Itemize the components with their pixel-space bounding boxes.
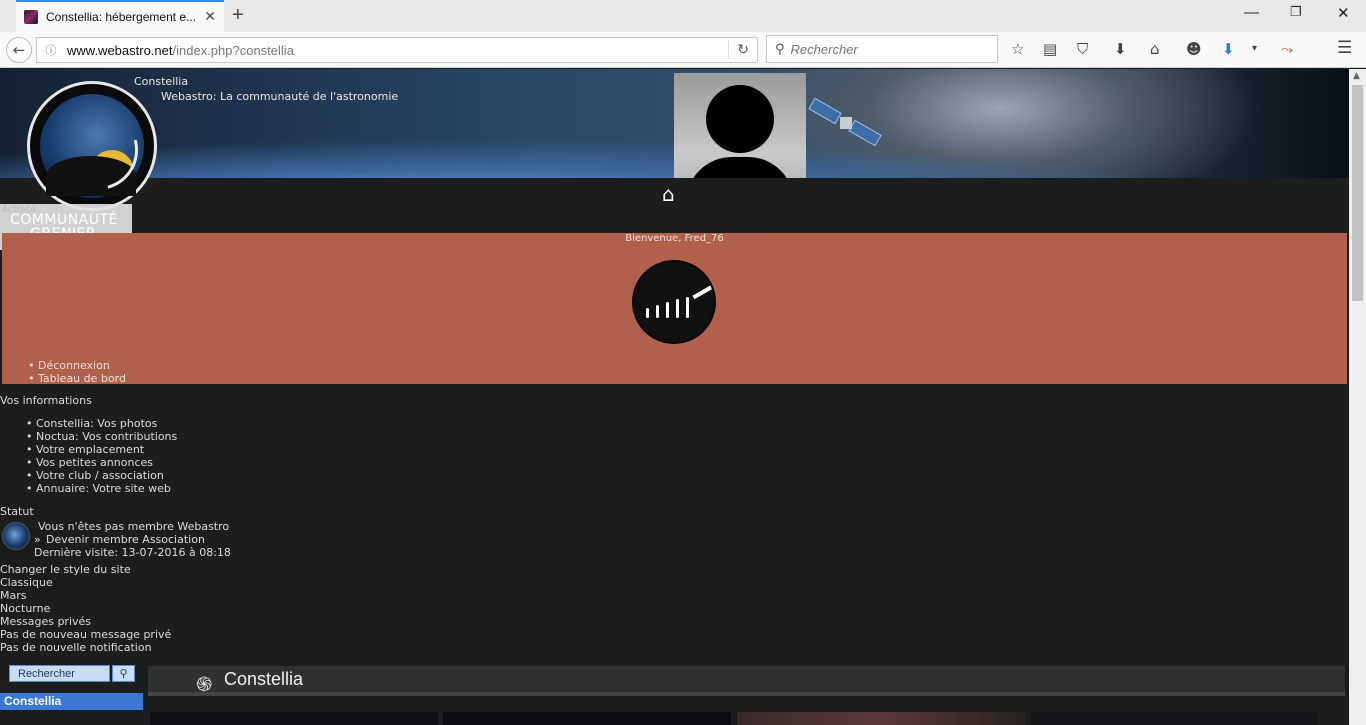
content-header: ֍ Constellia (148, 666, 1345, 696)
reload-icon[interactable]: ↻ (737, 42, 749, 58)
browser-search-box[interactable]: ⚲ (766, 35, 998, 63)
satellite-image (808, 97, 882, 147)
list-item[interactable]: Vos petites annonces (26, 456, 177, 469)
browser-nav-bar: ← ⓘ www.webastro.net/index.php?constelli… (0, 32, 1366, 68)
vos-informations-list: Constellia: Vos photos Noctua: Vos contr… (26, 417, 177, 495)
spiral-galaxy-icon: ֍ (196, 672, 213, 696)
home-menu-icon[interactable]: ⌂ (662, 182, 675, 206)
download-helper-icon[interactable]: ⬇ (1222, 40, 1235, 58)
webastro-logo[interactable] (27, 81, 157, 211)
browser-tab-bar: Constellia: hébergement e... ✕ + — ❐ ✕ (0, 0, 1366, 32)
browser-search-input[interactable] (790, 41, 981, 57)
hello-icon[interactable]: ☻ (1186, 40, 1202, 58)
member-status-text: Vous n'êtes pas membre Webastro (38, 520, 230, 533)
close-window-icon[interactable]: ✕ (1337, 4, 1350, 22)
list-item[interactable]: Votre emplacement (26, 443, 177, 456)
scrollbar-thumb[interactable] (1352, 85, 1363, 301)
dashboard-link[interactable]: Tableau de bord (28, 372, 126, 385)
style-title: Changer le style du site (0, 563, 131, 576)
tab-title: Constellia: hébergement e... (46, 10, 197, 24)
no-notification-text: Pas de nouvelle notification (0, 641, 152, 654)
no-private-message-text: Pas de nouveau message privé (0, 628, 172, 641)
become-member-link[interactable]: Devenir membre Association (46, 533, 205, 546)
list-item[interactable]: Constellia: Vos photos (26, 417, 177, 430)
sidebar-item-constellia[interactable]: Constellia (0, 693, 143, 710)
evolution-telescope-logo (632, 260, 716, 344)
photo-thumbnail[interactable] (150, 712, 438, 725)
search-icon: ⚲ (775, 41, 785, 57)
new-tab-button[interactable]: + (232, 4, 244, 27)
photo-thumbnail[interactable] (1030, 712, 1318, 725)
site-tagline: Webastro: La communauté de l'astronomie (161, 90, 399, 103)
sidebar-search-button[interactable]: ⚲ (112, 665, 135, 682)
style-option-classique[interactable]: Classique (0, 576, 53, 589)
menu-hamburger-icon[interactable]: ☰ (1337, 38, 1352, 58)
extension-chart-icon[interactable]: ⤳ (1281, 40, 1293, 58)
minimize-window-icon[interactable]: — (1244, 4, 1259, 21)
site-info-icon[interactable]: ⓘ (43, 42, 59, 58)
pocket-icon[interactable]: ⛉ (1077, 40, 1088, 58)
vos-informations-title: Vos informations (0, 394, 92, 407)
member-status-icon (2, 522, 30, 550)
photo-thumbnail[interactable] (737, 712, 1025, 725)
sidebar-search-input[interactable] (9, 665, 110, 682)
welcome-text: Bienvenue, Fred_76 (625, 233, 724, 244)
list-item[interactable]: Noctua: Vos contributions (26, 430, 177, 443)
list-item[interactable]: Votre club / association (26, 469, 177, 482)
style-option-mars[interactable]: Mars (0, 589, 27, 602)
chevron-right-icon: » (34, 533, 41, 546)
back-button[interactable]: ← (6, 37, 32, 63)
site-brand-name[interactable]: Constellia (134, 75, 188, 88)
statut-title: Statut (0, 505, 34, 518)
dropdown-chevron-icon[interactable]: ▾ (1252, 43, 1257, 54)
style-option-nocturne[interactable]: Nocturne (0, 602, 50, 615)
bookmark-star-icon[interactable]: ☆ (1011, 40, 1024, 58)
downloads-icon[interactable]: ⬇ (1114, 40, 1127, 58)
restore-window-icon[interactable]: ❐ (1290, 4, 1302, 20)
content-title: Constellia (224, 669, 304, 689)
url-text[interactable]: www.webastro.net/index.php?constellia (67, 43, 728, 58)
browser-tab[interactable]: Constellia: hébergement e... ✕ (16, 0, 224, 32)
photo-thumbnail[interactable] (443, 712, 731, 725)
list-item[interactable]: Annuaire: Votre site web (26, 482, 177, 495)
site-favicon-icon (24, 10, 38, 24)
home-icon[interactable]: ⌂ (1150, 40, 1160, 58)
account-links: Déconnexion Tableau de bord (28, 359, 126, 385)
sidebar-search: ⚲ (9, 665, 135, 683)
reading-list-icon[interactable]: ▤ (1043, 40, 1057, 58)
private-messages-title[interactable]: Messages privés (0, 615, 91, 628)
address-bar[interactable]: ⓘ www.webastro.net/index.php?constellia … (36, 37, 758, 63)
web-page: Constellia Webastro: La communauté de l'… (0, 69, 1349, 725)
last-visit-text: Dernière visite: 13-07-2016 à 08:18 (34, 546, 231, 559)
page-scrollbar[interactable]: ▲ (1349, 69, 1366, 725)
scroll-up-icon[interactable]: ▲ (1353, 71, 1360, 81)
close-tab-icon[interactable]: ✕ (204, 9, 216, 25)
logout-link[interactable]: Déconnexion (28, 359, 126, 372)
